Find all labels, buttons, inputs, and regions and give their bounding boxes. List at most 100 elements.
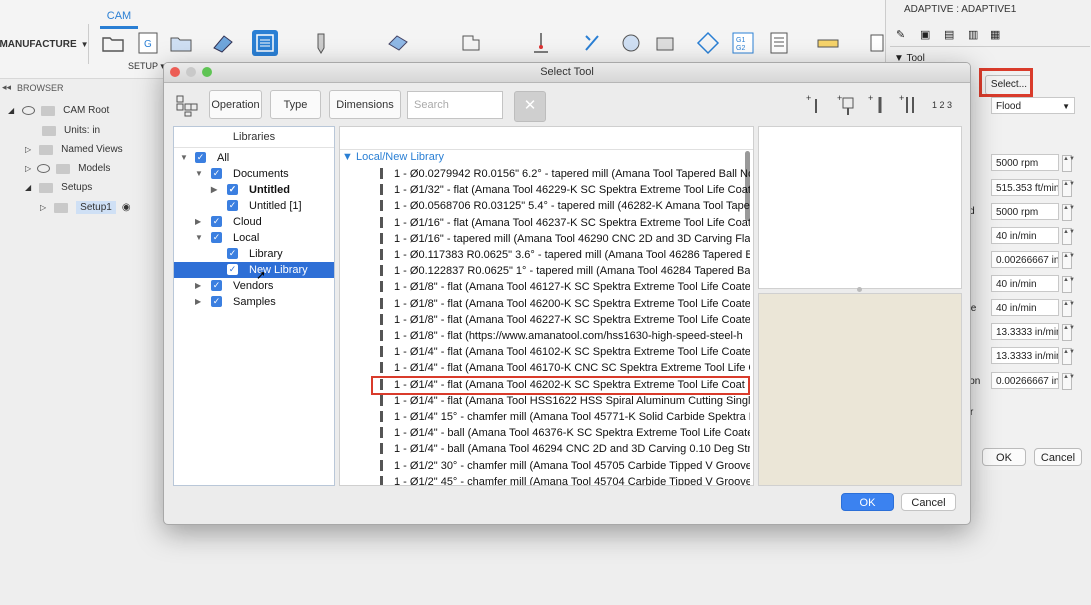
panel-cancel-button[interactable]: Cancel — [1034, 448, 1082, 466]
tool-row[interactable]: 1 - Ø0.0568706 R0.03125" 5.4° - tapered … — [340, 198, 750, 214]
setup-sheet-icon[interactable] — [766, 30, 792, 56]
checkbox-checked-icon[interactable]: ✓ — [227, 264, 238, 275]
tree-item-models[interactable]: ▷ Models — [25, 159, 110, 178]
lead-in-feedrate-field[interactable]: 40 in/min — [991, 275, 1059, 292]
tool-row[interactable]: 1 - Ø1/4" - ball (Amana Tool 46376-K SC … — [340, 425, 750, 441]
spinner-icon[interactable]: ▲▼ — [1062, 204, 1075, 221]
library-item-untitled[interactable]: ▶ ✓ Untitled — [174, 182, 334, 198]
collapsed-arrow-icon[interactable]: ▶ — [195, 214, 201, 230]
linking-tab-icon[interactable]: ▦ — [990, 28, 1000, 41]
renumber-tools-icon[interactable]: 1 2 3 — [932, 93, 954, 117]
tool-row[interactable]: 1 - Ø1/8" - flat (https://www.amanatool.… — [340, 328, 750, 344]
dialog-cancel-button[interactable]: Cancel — [901, 493, 956, 511]
tool-row[interactable]: 1 - Ø1/4" - flat (Amana Tool HSS1622 HSS… — [340, 393, 750, 409]
library-item-cloud[interactable]: ▶ ✓ Cloud — [174, 214, 334, 230]
checkbox-checked-icon[interactable]: ✓ — [211, 168, 222, 179]
tool-row[interactable]: 1 - Ø1/8" - flat (Amana Tool 46227-K SC … — [340, 312, 750, 328]
feed-per-revolution-field[interactable]: 0.00266667 in — [991, 372, 1059, 389]
panel-ok-button[interactable]: OK — [982, 448, 1026, 466]
gcode-icon[interactable]: G1 G2 — [730, 30, 756, 56]
library-item-untitled-1[interactable]: ✓ Untitled [1] — [174, 198, 334, 214]
collapsed-arrow-icon[interactable]: ▶ — [211, 182, 217, 198]
checkbox-checked-icon[interactable]: ✓ — [211, 216, 222, 227]
spinner-icon[interactable]: ▲▼ — [1062, 276, 1075, 293]
new-drill-icon[interactable]: + — [868, 93, 890, 117]
geometry-tab-icon[interactable]: ▣ — [920, 28, 930, 41]
expanded-arrow-icon[interactable]: ▼ — [195, 166, 203, 182]
library-item-new-library[interactable]: ✓ New Library — [174, 262, 334, 278]
checkbox-checked-icon[interactable]: ✓ — [211, 296, 222, 307]
tool-row[interactable]: 1 - Ø0.122837 R0.0625" 1° - tapered mill… — [340, 263, 750, 279]
spindle-speed-field[interactable]: 5000 rpm — [991, 154, 1059, 171]
expanded-arrow-icon[interactable]: ▼ — [180, 150, 188, 166]
zoom-window-icon[interactable] — [202, 67, 212, 77]
minimize-window-icon[interactable] — [186, 67, 196, 77]
post-process-icon[interactable] — [652, 30, 678, 56]
checkbox-checked-icon[interactable]: ✓ — [227, 200, 238, 211]
clear-search-button[interactable]: ✕ — [514, 91, 546, 122]
expand-arrow-icon[interactable]: ▷ — [25, 145, 31, 154]
visibility-eye-icon[interactable] — [37, 164, 51, 173]
3d-milling-icon[interactable] — [385, 30, 411, 56]
tab-cam[interactable]: CAM — [100, 10, 138, 29]
tree-item-setups[interactable]: ◢ Setups — [25, 178, 92, 197]
checkbox-checked-icon[interactable]: ✓ — [211, 232, 222, 243]
open-folder-icon[interactable] — [100, 30, 126, 56]
tool-row[interactable]: 1 - Ø1/4" - flat (Amana Tool 46102-K SC … — [340, 344, 750, 360]
expand-arrow-icon[interactable]: ▷ — [25, 164, 31, 173]
measure-icon[interactable] — [815, 30, 841, 56]
spinner-icon[interactable]: ▲▼ — [1062, 252, 1075, 269]
tree-item-units[interactable]: Units: in — [42, 121, 100, 140]
library-item-local[interactable]: ▼ ✓ Local — [174, 230, 334, 246]
collapse-icon[interactable]: ◂◂ — [2, 82, 11, 93]
spinner-icon[interactable]: ▲▼ — [1062, 324, 1075, 341]
active-setup-icon[interactable]: ◉ — [122, 202, 131, 213]
coolant-select[interactable]: Flood ▼ — [991, 97, 1075, 114]
tool-row[interactable]: 1 - Ø1/4" - ball (Amana Tool 46294 CNC 2… — [340, 441, 750, 457]
checkbox-checked-icon[interactable]: ✓ — [227, 248, 238, 259]
surface-speed-field[interactable]: 515.353 ft/min — [991, 179, 1059, 196]
folder-icon[interactable] — [168, 30, 194, 56]
close-window-icon[interactable] — [170, 67, 180, 77]
cutting-feedrate-field[interactable]: 40 in/min — [991, 227, 1059, 244]
collapsed-arrow-icon[interactable]: ▶ — [195, 278, 201, 294]
expand-arrow-icon[interactable]: ▷ — [40, 203, 46, 212]
plunge-feedrate-field[interactable]: 13.3333 in/min — [991, 347, 1059, 364]
checkbox-checked-icon[interactable]: ✓ — [227, 184, 238, 195]
tree-item-setup1[interactable]: ▷ Setup1 ◉ — [40, 198, 131, 217]
tool-row[interactable]: 1 - Ø1/2" 30° - chamfer mill (Amana Tool… — [340, 458, 750, 474]
adaptive-clearing-icon[interactable] — [252, 30, 278, 56]
lead-out-feedrate-field[interactable]: 40 in/min — [991, 299, 1059, 316]
tree-item-cam-root[interactable]: ◢ CAM Root — [8, 101, 109, 120]
library-item-vendors[interactable]: ▶ ✓ Vendors — [174, 278, 334, 294]
passes-tab-icon[interactable]: ▥ — [968, 28, 978, 41]
spinner-icon[interactable]: ▲▼ — [1062, 300, 1075, 317]
search-input[interactable] — [407, 91, 503, 119]
tool-row[interactable]: 1 - Ø1/2" 45° - chamfer mill (Amana Tool… — [340, 474, 750, 485]
tool-row[interactable]: 1 - Ø1/4" 15° - chamfer mill (Amana Tool… — [340, 409, 750, 425]
dimensions-filter-button[interactable]: Dimensions — [329, 90, 401, 119]
setup-menu-label[interactable]: SETUP ▾ — [128, 61, 165, 72]
tool-row[interactable]: 1 - Ø1/4" - flat (Amana Tool 46170-K CNC… — [340, 360, 750, 376]
tool-tab-icon[interactable]: ✎ — [896, 28, 905, 41]
tool-row[interactable]: 1 - Ø1/8" - flat (Amana Tool 46200-K SC … — [340, 296, 750, 312]
new-holder-icon[interactable]: + — [837, 93, 859, 117]
operation-filter-button[interactable]: Operation — [209, 90, 262, 119]
tool-row[interactable]: 1 - Ø0.0279942 R0.0156" 6.2° - tapered m… — [340, 166, 750, 182]
probe-icon[interactable] — [528, 30, 554, 56]
splitter-handle-icon[interactable] — [857, 287, 862, 292]
collapsed-arrow-icon[interactable]: ▶ — [195, 294, 201, 310]
tool-row[interactable]: 1 - Ø1/8" - flat (Amana Tool 46127-K SC … — [340, 279, 750, 295]
browser-header[interactable]: ◂◂ BROWSER — [0, 80, 165, 96]
spinner-icon[interactable]: ▲▼ — [1062, 228, 1075, 245]
simulate-icon[interactable] — [580, 30, 606, 56]
spinner-icon[interactable]: ▲▼ — [1062, 373, 1075, 390]
tool-row[interactable]: 1 - Ø0.117383 R0.0625" 3.6° - tapered mi… — [340, 247, 750, 263]
inspect-icon[interactable] — [695, 30, 721, 56]
feed-per-tooth-field[interactable]: 0.00266667 in — [991, 251, 1059, 268]
tool-row[interactable]: 1 - Ø1/16" - tapered mill (Amana Tool 46… — [340, 231, 750, 247]
checkbox-checked-icon[interactable]: ✓ — [195, 152, 206, 163]
spinner-icon[interactable]: ▲▼ — [1062, 180, 1075, 197]
spinner-icon[interactable]: ▲▼ — [1062, 155, 1075, 172]
library-item-library[interactable]: ✓ Library — [174, 246, 334, 262]
